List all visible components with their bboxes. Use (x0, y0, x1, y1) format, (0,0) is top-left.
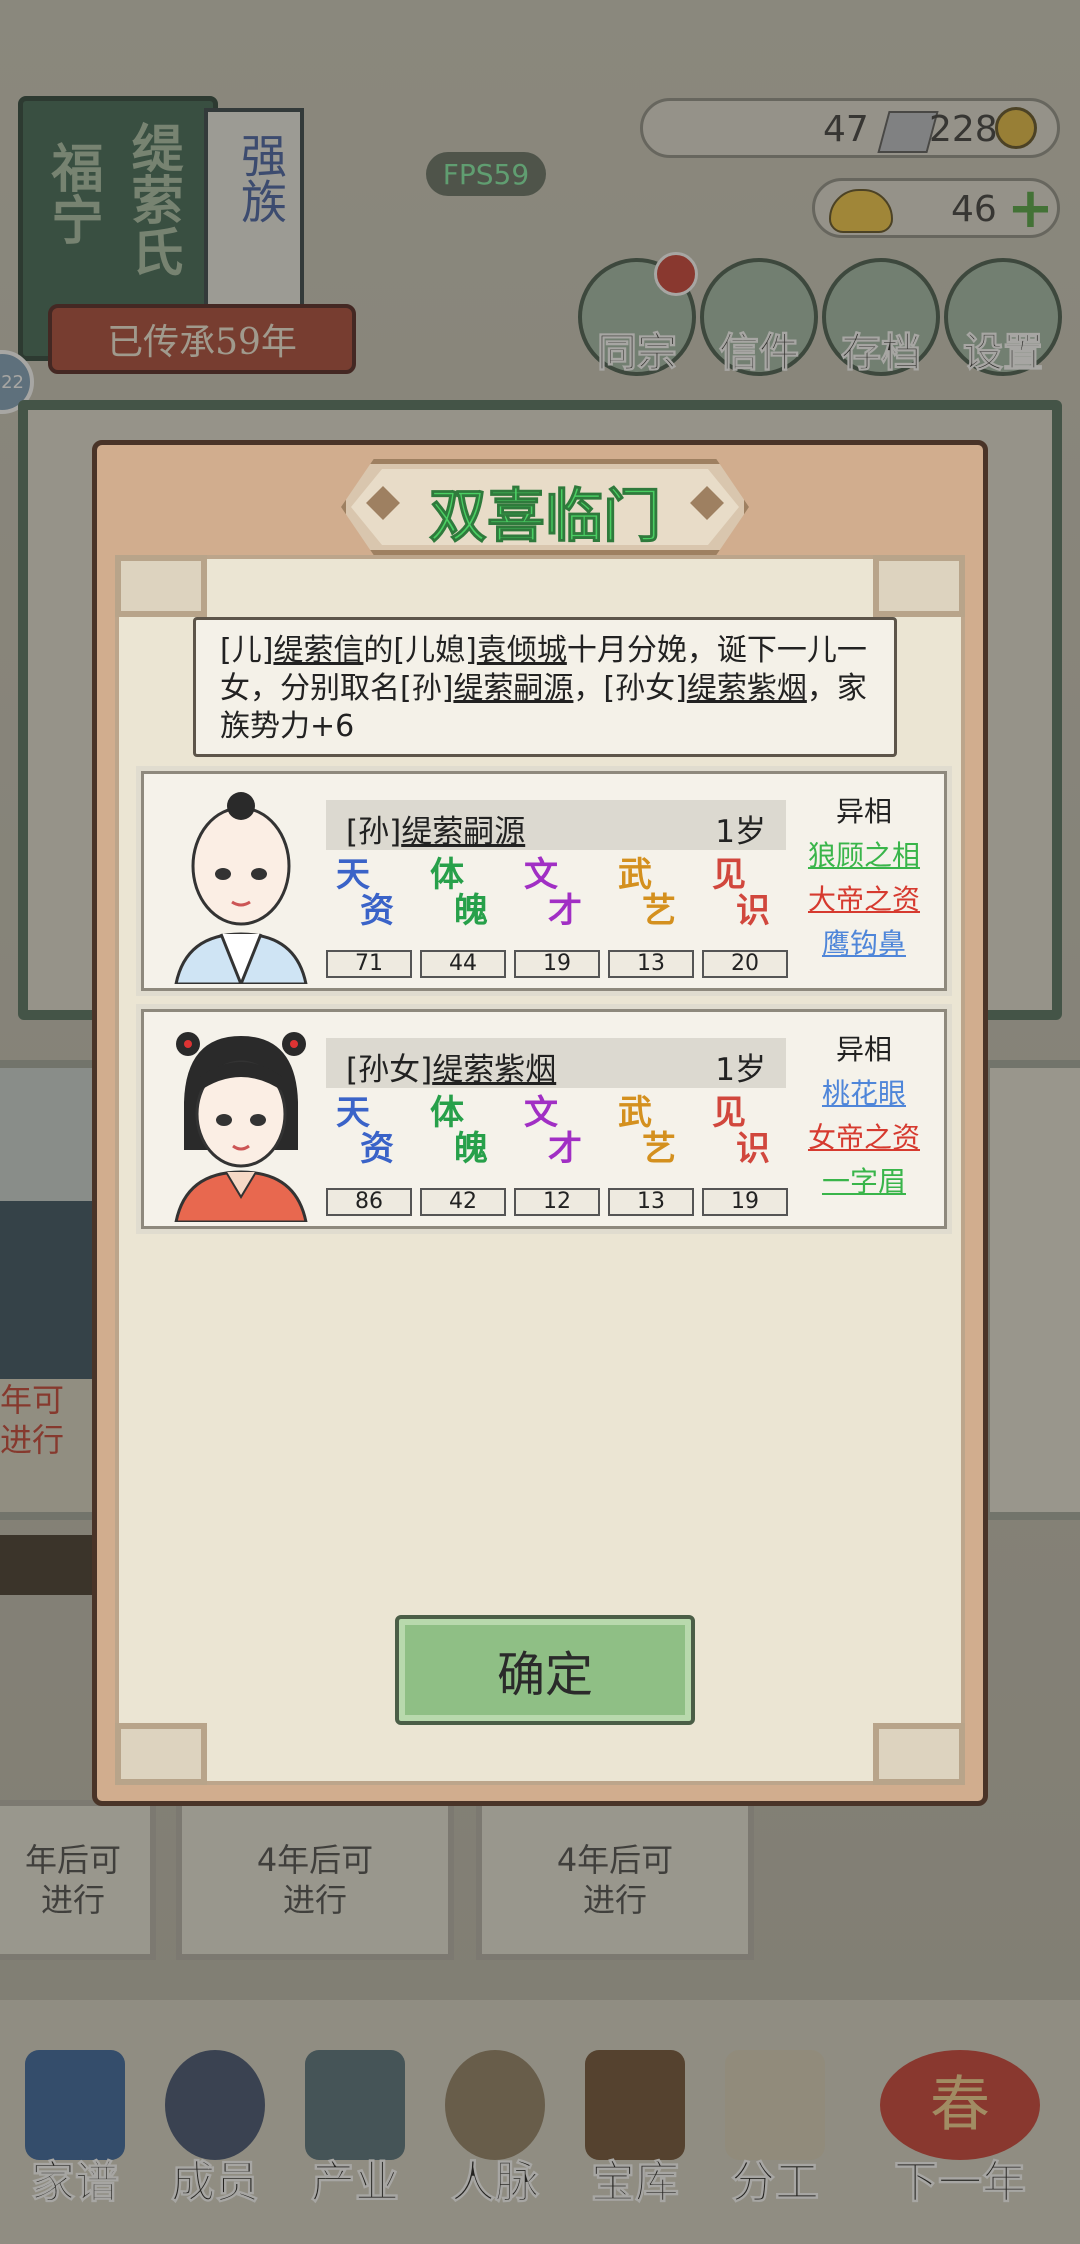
frame-corner (873, 1723, 965, 1785)
child-age: 1岁 (715, 814, 766, 850)
trait-link[interactable]: 狼顾之相 (796, 836, 932, 880)
stat-knowledge: 见识 19 (702, 1096, 792, 1216)
child-card-grandson[interactable]: [孙]缇萦嗣源 1岁 天资 71 体魄 44 文才 19 武艺 13 见识 20 异相 狼… (141, 771, 947, 991)
child-name[interactable]: 缇萦紫烟 (432, 1052, 556, 1088)
stat-martial: 武艺 13 (608, 858, 698, 978)
trait-link[interactable]: 大帝之资 (796, 880, 932, 924)
stat-physique: 体魄 42 (420, 1096, 510, 1216)
stat-value: 86 (326, 1188, 412, 1216)
trait-link[interactable]: 一字眉 (796, 1162, 932, 1206)
stat-value: 13 (608, 1188, 694, 1216)
trait-link[interactable]: 女帝之资 (796, 1118, 932, 1162)
stat-value: 71 (326, 950, 412, 978)
trait-link[interactable]: 鹰钩鼻 (796, 924, 932, 968)
trait-link[interactable]: 桃花眼 (796, 1074, 932, 1118)
stat-talent: 天资 86 (326, 1096, 416, 1216)
stat-value: 44 (420, 950, 506, 978)
traits-header: 异相 (835, 1033, 892, 1066)
stat-martial: 武艺 13 (608, 1096, 698, 1216)
child-card-granddaughter[interactable]: [孙女]缇萦紫烟 1岁 天资 86 体魄 42 文才 12 武艺 13 见识 19 异相 … (141, 1009, 947, 1229)
frame-corner (115, 1723, 207, 1785)
birth-event-dialog: 双喜临门 [儿]缇萦信的[儿媳]袁倾城十月分娩，诞下一儿一女，分别取名[孙]缇萦… (92, 440, 988, 1806)
stat-talent: 天资 71 (326, 858, 416, 978)
stat-literary: 文才 12 (514, 1096, 604, 1216)
dialog-title-plate: 双喜临门 (341, 459, 749, 555)
grandson-portrait (174, 792, 308, 984)
mother-link[interactable]: 袁倾城 (477, 633, 567, 668)
event-message: [儿]缇萦信的[儿媳]袁倾城十月分娩，诞下一儿一女，分别取名[孙]缇萦嗣源，[孙… (193, 617, 897, 757)
stat-value: 19 (702, 1188, 788, 1216)
stat-knowledge: 见识 20 (702, 858, 792, 978)
confirm-button[interactable]: 确定 (395, 1615, 695, 1725)
child-name-bar: [孙女]缇萦紫烟 1岁 (326, 1038, 786, 1088)
granddaughter-portrait (174, 1032, 308, 1222)
father-link[interactable]: 缇萦信 (273, 633, 363, 668)
stat-physique: 体魄 44 (420, 858, 510, 978)
daughter-link[interactable]: 缇萦紫烟 (687, 671, 807, 706)
stat-value: 42 (420, 1188, 506, 1216)
stat-value: 19 (514, 950, 600, 978)
traits-header: 异相 (835, 795, 892, 828)
frame-corner (115, 555, 207, 617)
traits-list: 异相 桃花眼 女帝之资 一字眉 (796, 1030, 932, 1206)
stat-value: 13 (608, 950, 694, 978)
child-age: 1岁 (715, 1052, 766, 1088)
child-name[interactable]: 缇萦嗣源 (401, 814, 525, 850)
frame-corner (873, 555, 965, 617)
stat-value: 20 (702, 950, 788, 978)
son-link[interactable]: 缇萦嗣源 (453, 671, 573, 706)
stat-literary: 文才 19 (514, 858, 604, 978)
dialog-title: 双喜临门 (428, 482, 661, 551)
stat-value: 12 (514, 1188, 600, 1216)
child-name-bar: [孙]缇萦嗣源 1岁 (326, 800, 786, 850)
traits-list: 异相 狼顾之相 大帝之资 鹰钩鼻 (796, 792, 932, 968)
